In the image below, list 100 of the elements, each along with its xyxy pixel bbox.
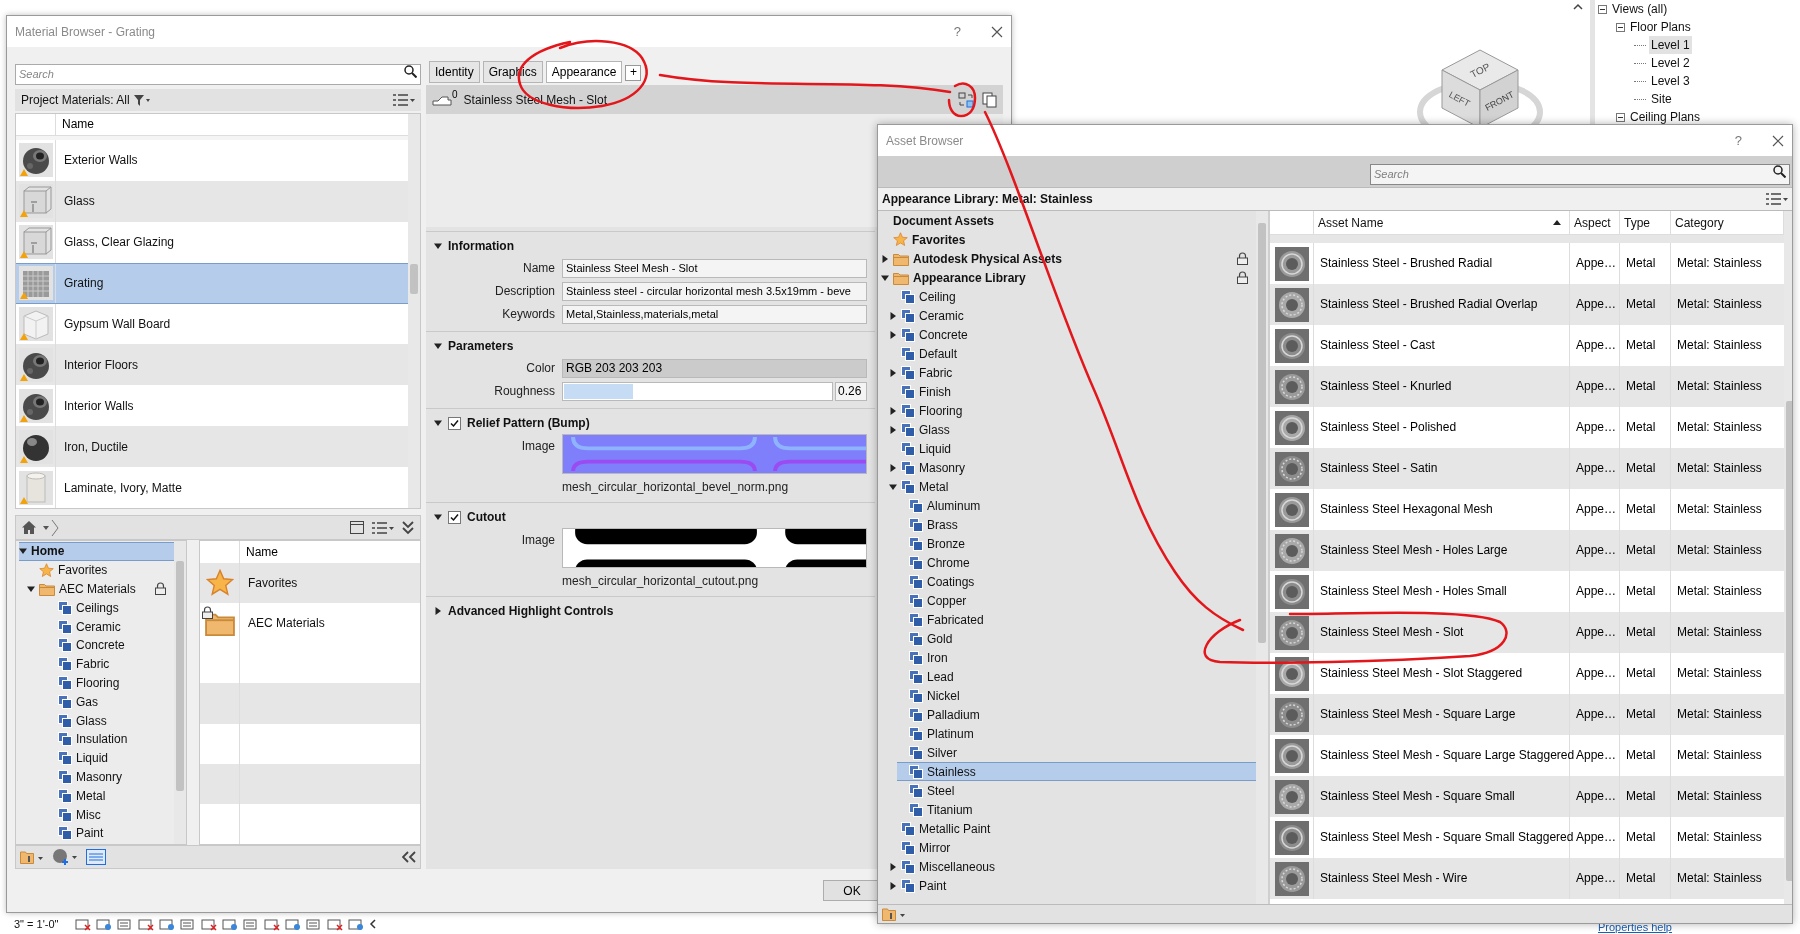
expand-arrow-icon[interactable] (889, 368, 897, 377)
chevron-left-icon[interactable] (369, 919, 378, 929)
panel-toggle-icon[interactable] (86, 849, 106, 865)
tree-item[interactable]: Iron (897, 648, 1256, 667)
tree-item[interactable]: Palladium (897, 705, 1256, 724)
asset-row[interactable]: Stainless Steel - Satin Appe… Metal Metal: Stainless (1270, 448, 1784, 489)
tree-item[interactable]: Favorites (27, 560, 174, 580)
scrollbar[interactable] (408, 114, 420, 508)
browser-item[interactable]: Views (all) (1610, 0, 1670, 18)
help-button[interactable]: ? (953, 21, 961, 42)
view-control-icon[interactable] (348, 917, 365, 931)
copy-icon[interactable] (982, 91, 997, 108)
tree-item[interactable]: Stainless (897, 762, 1256, 781)
tab[interactable]: Appearance (545, 61, 623, 83)
tree-item[interactable]: Ceramic (889, 306, 1256, 325)
search-icon[interactable] (404, 65, 417, 78)
tree-item[interactable]: Brass (897, 515, 1256, 534)
folder-tools-icon[interactable] (882, 906, 906, 922)
tree-item[interactable]: Insulation (46, 729, 174, 749)
material-row[interactable]: Glass, Clear Glazing (16, 221, 408, 263)
tree-item[interactable]: Gas (46, 692, 174, 712)
tree-item[interactable]: Metal (889, 477, 1256, 496)
expand-arrow-icon[interactable] (889, 425, 897, 434)
material-row[interactable]: Grating (16, 262, 408, 304)
search-icon[interactable] (1773, 165, 1786, 178)
material-row[interactable]: Exterior Walls (16, 140, 408, 181)
tree-item[interactable]: Flooring (46, 673, 174, 693)
tree-item[interactable]: Gold (897, 629, 1256, 648)
tree-item[interactable]: Glass (889, 420, 1256, 439)
filter-icon[interactable] (133, 94, 150, 106)
tree-item[interactable]: Lead (897, 667, 1256, 686)
expand-arrow-icon[interactable] (889, 881, 897, 890)
tree-item[interactable]: Miscellaneous (889, 857, 1256, 876)
collapse-arrow-icon[interactable] (434, 513, 442, 521)
browser-item[interactable]: Level 3 (1649, 72, 1692, 90)
filter-label[interactable]: Project Materials: All (21, 91, 130, 109)
asset-row[interactable]: Stainless Steel Mesh - Holes Large Appe… Metal Metal: Stainless (1270, 530, 1784, 571)
collapse-panel-icon[interactable] (402, 851, 416, 863)
tree-item[interactable]: Ceramic (46, 617, 174, 636)
browser-item[interactable]: Level 1 (1649, 36, 1692, 54)
collapse-arrow-icon[interactable] (434, 419, 442, 427)
view-control-icon[interactable] (201, 917, 218, 931)
tree-item[interactable]: Glass (46, 711, 174, 730)
column-header[interactable]: Name (56, 114, 100, 135)
browser-item[interactable]: Level 2 (1649, 54, 1692, 72)
scrollbar[interactable] (1256, 211, 1268, 904)
asset-row[interactable]: Stainless Steel - Knurled Appe… Metal Metal: Stainless (1270, 366, 1784, 407)
view-control-icon[interactable] (264, 917, 281, 931)
browser-item[interactable]: Site (1649, 90, 1674, 108)
column-header[interactable]: Aspect (1570, 211, 1620, 234)
tree-item[interactable]: Fabric (46, 654, 174, 674)
view-control-icon[interactable] (159, 917, 176, 931)
collapse-box-icon[interactable] (1598, 4, 1607, 14)
column-header[interactable]: Type (1620, 211, 1671, 234)
asset-row[interactable]: Stainless Steel Mesh - Square Large Appe… Metal Metal: Stainless (1270, 694, 1784, 735)
help-button[interactable]: ? (1734, 130, 1742, 151)
expand-arrow-icon[interactable] (889, 311, 897, 320)
tree-item[interactable]: Steel (897, 781, 1256, 800)
replace-asset-icon[interactable] (958, 91, 974, 108)
view-control-icon[interactable] (327, 917, 344, 931)
tree-item[interactable]: Favorites (881, 230, 1256, 249)
tree-item[interactable]: Concrete (889, 325, 1256, 344)
asset-row[interactable]: Stainless Steel Mesh - Slot Appe… Metal Metal: Stainless (1270, 612, 1784, 653)
color-swatch-field[interactable]: RGB 203 203 203 (562, 358, 867, 378)
tree-item[interactable]: Liquid (46, 748, 174, 768)
tree-item[interactable]: Mirror (889, 838, 1256, 857)
tree-item[interactable]: Document Assets (881, 211, 1256, 230)
tree-item[interactable]: Ceiling (889, 287, 1256, 306)
tree-item[interactable]: AEC Materials (27, 579, 174, 599)
slider-track[interactable] (562, 381, 833, 401)
tree-item[interactable]: Appearance Library (881, 268, 1256, 287)
tree-item[interactable]: Masonry (46, 767, 174, 787)
material-row[interactable]: Gypsum Wall Board (16, 303, 408, 345)
tree-item[interactable]: Metal (46, 786, 174, 806)
tree-item[interactable]: Liquid (889, 439, 1256, 458)
close-icon[interactable] (991, 25, 1003, 38)
tree-item[interactable]: Concrete (46, 636, 174, 655)
checkbox[interactable] (448, 510, 461, 524)
home-icon[interactable] (22, 521, 36, 534)
list-view-icon[interactable] (393, 94, 415, 106)
tree-item[interactable]: Metallic Paint (889, 819, 1256, 838)
expand-arrow-icon[interactable] (434, 607, 442, 615)
tree-item[interactable]: Chrome (897, 553, 1256, 572)
panel-icon[interactable] (350, 521, 364, 534)
tree-item[interactable]: Default (889, 344, 1256, 363)
collapse-arrow-icon[interactable] (889, 482, 897, 491)
tree-item[interactable]: Flooring (889, 401, 1256, 420)
material-row[interactable]: Glass (16, 180, 408, 222)
tree-item[interactable]: Titanium (897, 800, 1256, 819)
list-view-icon[interactable] (1766, 193, 1788, 205)
tree-item[interactable]: Bronze (897, 534, 1256, 553)
browser-item[interactable]: Ceiling Plans (1628, 108, 1703, 126)
view-control-icon[interactable] (96, 917, 113, 931)
expand-arrow-icon[interactable] (889, 862, 897, 871)
folder-tools-icon[interactable] (20, 849, 44, 865)
properties-help-link[interactable]: Properties help (1598, 921, 1672, 934)
tree-item[interactable]: Copper (897, 591, 1256, 610)
collapse-arrow-icon[interactable] (19, 547, 27, 556)
asset-row[interactable]: Stainless Steel Mesh - Square Small Appe… Metal Metal: Stainless (1270, 776, 1784, 817)
tree-item[interactable]: Paint (889, 876, 1256, 895)
